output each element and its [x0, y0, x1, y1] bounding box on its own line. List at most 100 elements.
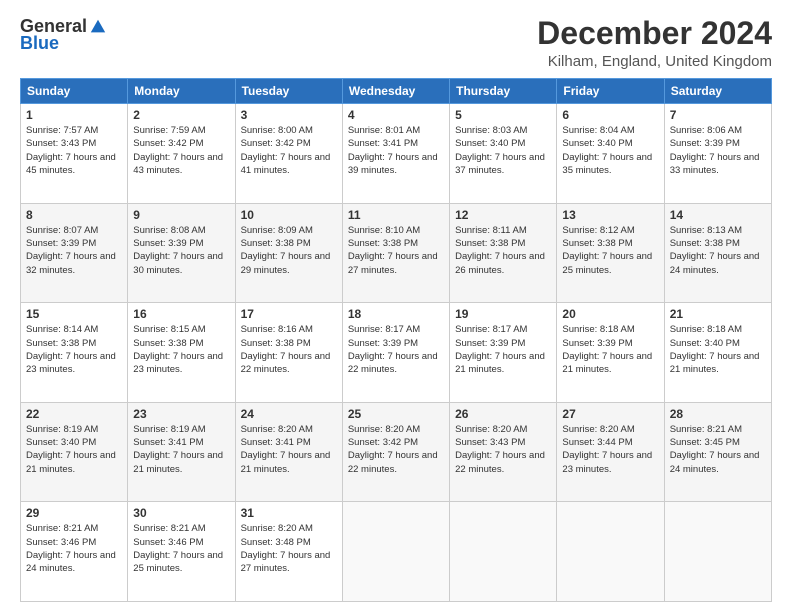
calendar-cell: 7 Sunrise: 8:06 AM Sunset: 3:39 PM Daylig… — [664, 104, 771, 204]
page-subtitle: Kilham, England, United Kingdom — [537, 53, 772, 70]
cell-text: Sunrise: 8:19 AM Sunset: 3:41 PM Dayligh… — [133, 423, 229, 476]
calendar-cell: 16Sunrise: 8:15 AM Sunset: 3:38 PM Dayli… — [128, 303, 235, 403]
cell-text: Sunrise: 8:08 AM Sunset: 3:39 PM Dayligh… — [133, 224, 229, 277]
day-number: 22 — [26, 407, 122, 421]
day-number: 7 — [670, 108, 766, 122]
weekday-header-tuesday: Tuesday — [235, 79, 342, 104]
day-number: 9 — [133, 208, 229, 222]
day-number: 23 — [133, 407, 229, 421]
cell-text: Sunrise: 8:21 AM Sunset: 3:45 PM Dayligh… — [670, 423, 766, 476]
cell-text: Sunrise: 8:04 AM Sunset: 3:40 PM Dayligh… — [562, 124, 658, 177]
calendar-table: SundayMondayTuesdayWednesdayThursdayFrid… — [20, 78, 772, 602]
cell-text: Sunrise: 8:20 AM Sunset: 3:43 PM Dayligh… — [455, 423, 551, 476]
calendar-cell — [664, 502, 771, 602]
day-number: 19 — [455, 307, 551, 321]
week-row-3: 15 Sunrise: 8:14 AM Sunset: 3:38 PM Dayli… — [21, 303, 772, 403]
calendar-cell: 30 Sunrise: 8:21 AM Sunset: 3:46 PM Dayli… — [128, 502, 235, 602]
cell-text: Sunrise: 8:21 AM Sunset: 3:46 PM Dayligh… — [133, 522, 229, 575]
weekday-header-saturday: Saturday — [664, 79, 771, 104]
day-number: 28 — [670, 407, 766, 421]
calendar-cell: 19Sunrise: 8:17 AM Sunset: 3:39 PM Dayli… — [450, 303, 557, 403]
cell-text: Sunrise: 8:09 AM Sunset: 3:38 PM Dayligh… — [241, 224, 337, 277]
day-number: 21 — [670, 307, 766, 321]
day-number: 15 — [26, 307, 122, 321]
calendar-cell: 27Sunrise: 8:20 AM Sunset: 3:44 PM Dayli… — [557, 402, 664, 502]
calendar-cell: 1Sunrise: 7:57 AM Sunset: 3:43 PM Daylig… — [21, 104, 128, 204]
calendar-cell: 31 Sunrise: 8:20 AM Sunset: 3:48 PM Dayli… — [235, 502, 342, 602]
week-row-2: 8 Sunrise: 8:07 AM Sunset: 3:39 PM Daylig… — [21, 203, 772, 303]
cell-text: Sunrise: 7:59 AM Sunset: 3:42 PM Dayligh… — [133, 124, 229, 177]
day-number: 16 — [133, 307, 229, 321]
day-number: 17 — [241, 307, 337, 321]
cell-text: Sunrise: 8:10 AM Sunset: 3:38 PM Dayligh… — [348, 224, 444, 277]
calendar-cell: 28 Sunrise: 8:21 AM Sunset: 3:45 PM Dayli… — [664, 402, 771, 502]
logo-blue-text: Blue — [20, 33, 59, 54]
weekday-header-wednesday: Wednesday — [342, 79, 449, 104]
calendar-cell: 12 Sunrise: 8:11 AM Sunset: 3:38 PM Dayli… — [450, 203, 557, 303]
cell-text: Sunrise: 8:20 AM Sunset: 3:42 PM Dayligh… — [348, 423, 444, 476]
calendar-cell: 9 Sunrise: 8:08 AM Sunset: 3:39 PM Daylig… — [128, 203, 235, 303]
calendar-cell: 11 Sunrise: 8:10 AM Sunset: 3:38 PM Dayli… — [342, 203, 449, 303]
day-number: 2 — [133, 108, 229, 122]
calendar-cell: 8 Sunrise: 8:07 AM Sunset: 3:39 PM Daylig… — [21, 203, 128, 303]
day-number: 24 — [241, 407, 337, 421]
cell-text: Sunrise: 8:00 AM Sunset: 3:42 PM Dayligh… — [241, 124, 337, 177]
week-row-5: 29 Sunrise: 8:21 AM Sunset: 3:46 PM Dayli… — [21, 502, 772, 602]
calendar-cell: 22 Sunrise: 8:19 AM Sunset: 3:40 PM Dayli… — [21, 402, 128, 502]
day-number: 6 — [562, 108, 658, 122]
day-number: 30 — [133, 506, 229, 520]
title-block: December 2024 Kilham, England, United Ki… — [537, 16, 772, 70]
week-row-4: 22 Sunrise: 8:19 AM Sunset: 3:40 PM Dayli… — [21, 402, 772, 502]
weekday-header-row: SundayMondayTuesdayWednesdayThursdayFrid… — [21, 79, 772, 104]
cell-text: Sunrise: 8:19 AM Sunset: 3:40 PM Dayligh… — [26, 423, 122, 476]
cell-text: Sunrise: 8:16 AM Sunset: 3:38 PM Dayligh… — [241, 323, 337, 376]
cell-text: Sunrise: 8:18 AM Sunset: 3:40 PM Dayligh… — [670, 323, 766, 376]
day-number: 12 — [455, 208, 551, 222]
calendar-cell — [450, 502, 557, 602]
calendar-cell: 26 Sunrise: 8:20 AM Sunset: 3:43 PM Dayli… — [450, 402, 557, 502]
calendar-cell: 2 Sunrise: 7:59 AM Sunset: 3:42 PM Daylig… — [128, 104, 235, 204]
weekday-header-friday: Friday — [557, 79, 664, 104]
day-number: 31 — [241, 506, 337, 520]
calendar-cell: 23 Sunrise: 8:19 AM Sunset: 3:41 PM Dayli… — [128, 402, 235, 502]
cell-text: Sunrise: 8:07 AM Sunset: 3:39 PM Dayligh… — [26, 224, 122, 277]
cell-text: Sunrise: 8:21 AM Sunset: 3:46 PM Dayligh… — [26, 522, 122, 575]
cell-text: Sunrise: 8:13 AM Sunset: 3:38 PM Dayligh… — [670, 224, 766, 277]
cell-text: Sunrise: 8:06 AM Sunset: 3:39 PM Dayligh… — [670, 124, 766, 177]
calendar-cell: 14 Sunrise: 8:13 AM Sunset: 3:38 PM Dayli… — [664, 203, 771, 303]
cell-text: Sunrise: 8:20 AM Sunset: 3:41 PM Dayligh… — [241, 423, 337, 476]
weekday-header-monday: Monday — [128, 79, 235, 104]
day-number: 1 — [26, 108, 122, 122]
day-number: 4 — [348, 108, 444, 122]
calendar-cell: 24 Sunrise: 8:20 AM Sunset: 3:41 PM Dayli… — [235, 402, 342, 502]
calendar-cell: 10 Sunrise: 8:09 AM Sunset: 3:38 PM Dayli… — [235, 203, 342, 303]
calendar-page: General Blue December 2024 Kilham, Engla… — [0, 0, 792, 612]
day-number: 13 — [562, 208, 658, 222]
day-number: 11 — [348, 208, 444, 222]
calendar-cell: 25 Sunrise: 8:20 AM Sunset: 3:42 PM Dayli… — [342, 402, 449, 502]
cell-text: Sunrise: 8:17 AM Sunset: 3:39 PM Dayligh… — [348, 323, 444, 376]
cell-text: Sunrise: 8:20 AM Sunset: 3:48 PM Dayligh… — [241, 522, 337, 575]
calendar-cell: 20Sunrise: 8:18 AM Sunset: 3:39 PM Dayli… — [557, 303, 664, 403]
cell-text: Sunrise: 8:01 AM Sunset: 3:41 PM Dayligh… — [348, 124, 444, 177]
cell-text: Sunrise: 8:14 AM Sunset: 3:38 PM Dayligh… — [26, 323, 122, 376]
logo: General Blue — [20, 16, 107, 54]
week-row-1: 1Sunrise: 7:57 AM Sunset: 3:43 PM Daylig… — [21, 104, 772, 204]
calendar-cell: 17 Sunrise: 8:16 AM Sunset: 3:38 PM Dayli… — [235, 303, 342, 403]
day-number: 8 — [26, 208, 122, 222]
day-number: 10 — [241, 208, 337, 222]
logo-icon — [89, 18, 107, 36]
day-number: 20 — [562, 307, 658, 321]
day-number: 29 — [26, 506, 122, 520]
day-number: 14 — [670, 208, 766, 222]
day-number: 26 — [455, 407, 551, 421]
day-number: 18 — [348, 307, 444, 321]
weekday-header-thursday: Thursday — [450, 79, 557, 104]
cell-text: Sunrise: 8:03 AM Sunset: 3:40 PM Dayligh… — [455, 124, 551, 177]
header: General Blue December 2024 Kilham, Engla… — [20, 16, 772, 70]
calendar-cell: 18 Sunrise: 8:17 AM Sunset: 3:39 PM Dayli… — [342, 303, 449, 403]
cell-text: Sunrise: 8:11 AM Sunset: 3:38 PM Dayligh… — [455, 224, 551, 277]
cell-text: Sunrise: 8:20 AM Sunset: 3:44 PM Dayligh… — [562, 423, 658, 476]
day-number: 25 — [348, 407, 444, 421]
day-number: 3 — [241, 108, 337, 122]
